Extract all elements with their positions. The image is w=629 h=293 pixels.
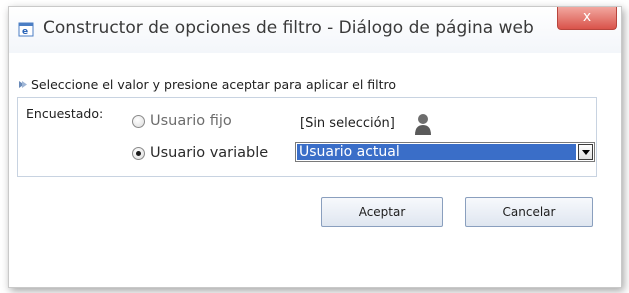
- respondent-label: Encuestado:: [26, 106, 104, 121]
- instruction-text: Seleccione el valor y presione aceptar p…: [17, 77, 396, 92]
- fixed-user-value: [Sin selección]: [300, 116, 395, 131]
- variable-user-radio[interactable]: [132, 146, 145, 160]
- ok-button[interactable]: Aceptar: [321, 197, 443, 227]
- instruction-label: Seleccione el valor y presione aceptar p…: [31, 77, 397, 92]
- fixed-user-option[interactable]: Usuario fijo: [132, 111, 232, 131]
- variable-user-option[interactable]: Usuario variable: [132, 143, 268, 163]
- cancel-button[interactable]: Cancelar: [465, 197, 593, 227]
- fixed-user-label: Usuario fijo: [150, 113, 232, 129]
- web-page-icon: e: [18, 22, 34, 37]
- filter-panel: Encuestado: Usuario fijo [Sin selección]…: [17, 97, 597, 177]
- fixed-user-radio[interactable]: [132, 114, 145, 128]
- variable-user-label: Usuario variable: [150, 145, 269, 161]
- bullet-icon: [19, 81, 27, 88]
- svg-text:e: e: [22, 27, 28, 37]
- dialog-title: Constructor de opciones de filtro - Diál…: [43, 18, 534, 38]
- variable-user-select[interactable]: Usuario actual: [295, 142, 595, 162]
- variable-user-select-value: Usuario actual: [297, 144, 576, 160]
- close-button[interactable]: x: [557, 7, 617, 30]
- close-icon: x: [582, 9, 592, 25]
- title-bar: e Constructor de opciones de filtro - Di…: [9, 7, 621, 53]
- filter-builder-dialog: e Constructor de opciones de filtro - Di…: [8, 6, 622, 288]
- person-icon[interactable]: [413, 112, 433, 136]
- dropdown-arrow-icon[interactable]: [578, 144, 593, 160]
